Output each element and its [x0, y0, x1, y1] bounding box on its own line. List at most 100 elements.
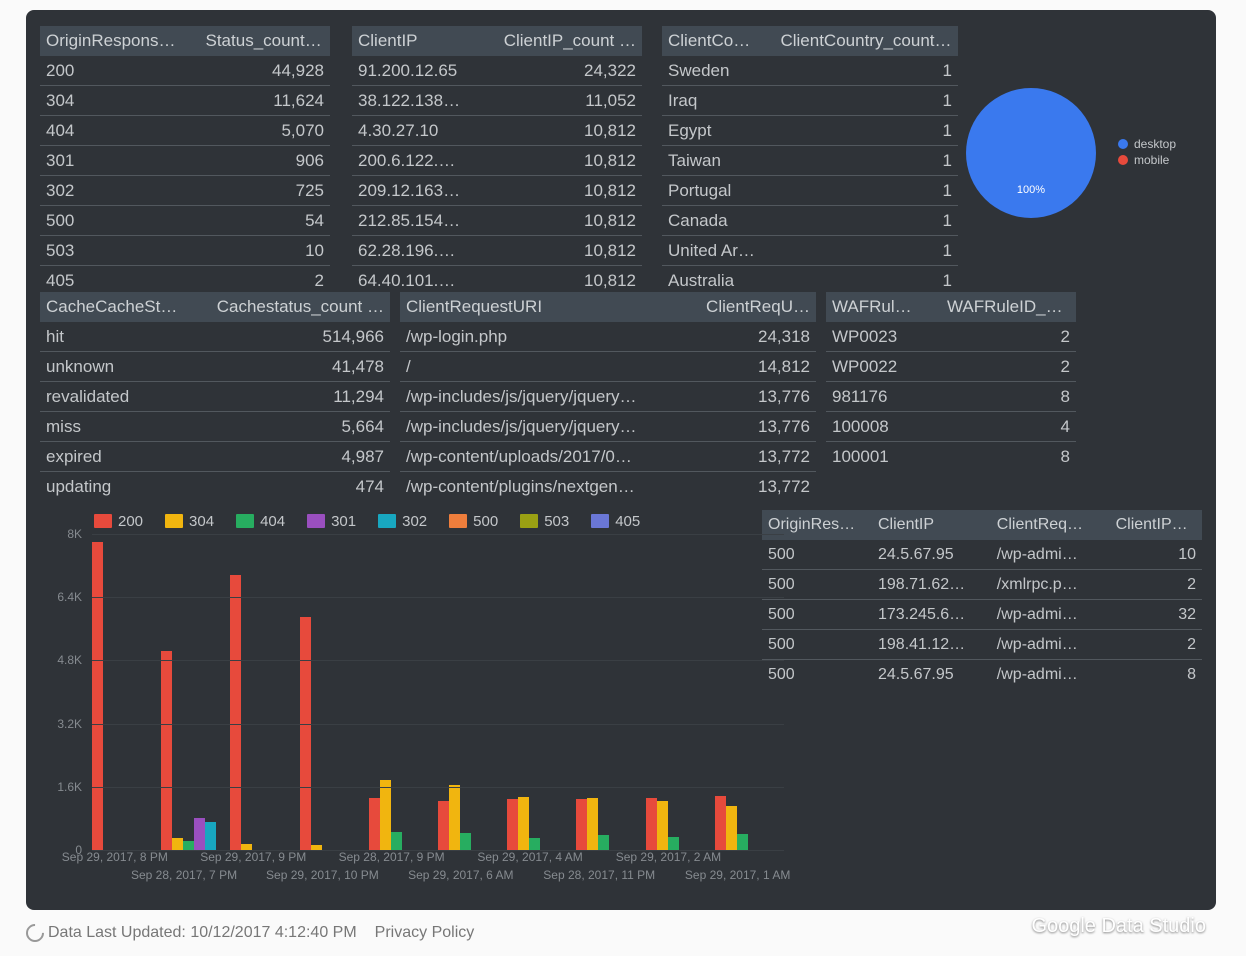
bar[interactable]: [438, 801, 449, 850]
table-row[interactable]: 301906: [40, 146, 330, 176]
table-row[interactable]: 38.122.138…11,052: [352, 86, 642, 116]
table-row[interactable]: 4045,070: [40, 116, 330, 146]
table-row[interactable]: United Ar…1: [662, 236, 958, 266]
table-row[interactable]: revalidated11,294: [40, 382, 390, 412]
table-row[interactable]: 1000018: [826, 442, 1076, 471]
table-cell: /wp-admi…: [991, 636, 1110, 654]
table-row[interactable]: 91.200.12.6524,322: [352, 56, 642, 86]
bar-group: [576, 534, 645, 850]
legend-item[interactable]: 200: [94, 513, 143, 530]
bar[interactable]: [576, 799, 587, 850]
bar[interactable]: [507, 799, 518, 850]
table-row[interactable]: Canada1: [662, 206, 958, 236]
table-row[interactable]: /wp-login.php24,318: [400, 322, 816, 352]
table-row[interactable]: 50054: [40, 206, 330, 236]
table-row[interactable]: 200.6.122.…10,812: [352, 146, 642, 176]
table-row[interactable]: 500198.71.62…/xmlrpc.p…2: [762, 570, 1202, 600]
bar[interactable]: [300, 617, 311, 850]
table-row[interactable]: 500173.245.6…/wp-admi…32: [762, 600, 1202, 630]
table-client-country[interactable]: ClientCo…ClientCountry_count …Sweden1Ira…: [662, 26, 958, 295]
table-row[interactable]: miss5,664: [40, 412, 390, 442]
bar[interactable]: [369, 798, 380, 850]
table-cell: Canada: [662, 211, 774, 231]
bar[interactable]: [646, 798, 657, 850]
table-row[interactable]: Iraq1: [662, 86, 958, 116]
bar[interactable]: [598, 835, 609, 850]
table-row[interactable]: /wp-includes/js/jquery/jquery…13,776: [400, 412, 816, 442]
table-row[interactable]: 302725: [40, 176, 330, 206]
legend-item[interactable]: 304: [165, 513, 214, 530]
pie-legend-item: desktop: [1118, 137, 1176, 151]
privacy-policy-link[interactable]: Privacy Policy: [375, 924, 475, 942]
table-row[interactable]: Australia1: [662, 266, 958, 295]
legend-item[interactable]: 404: [236, 513, 285, 530]
bar[interactable]: [183, 841, 194, 850]
bar[interactable]: [205, 822, 216, 850]
table-row[interactable]: 1000084: [826, 412, 1076, 442]
legend-item[interactable]: 500: [449, 513, 498, 530]
table-row[interactable]: 50024.5.67.95/wp-admi…8: [762, 660, 1202, 689]
table-waf-rule[interactable]: WAFRul…WAFRuleID_c…WP00232WP002229811768…: [826, 292, 1076, 471]
bar[interactable]: [657, 801, 668, 850]
table-row[interactable]: Portugal1: [662, 176, 958, 206]
table-row[interactable]: 4.30.27.1010,812: [352, 116, 642, 146]
table-row[interactable]: 212.85.154…10,812: [352, 206, 642, 236]
table-row[interactable]: hit514,966: [40, 322, 390, 352]
bar[interactable]: [715, 796, 726, 850]
table-client-ip[interactable]: ClientIPClientIP_count …91.200.12.6524,3…: [352, 26, 642, 295]
legend-item[interactable]: 302: [378, 513, 427, 530]
table-header-cell: Status_count …: [200, 31, 331, 51]
table-row[interactable]: 4052: [40, 266, 330, 295]
table-row[interactable]: 50310: [40, 236, 330, 266]
bar[interactable]: [161, 651, 172, 850]
bar[interactable]: [460, 833, 471, 850]
table-row[interactable]: Taiwan1: [662, 146, 958, 176]
table-row[interactable]: /wp-content/plugins/nextgen…13,772: [400, 472, 816, 501]
bar[interactable]: [518, 797, 529, 850]
table-row[interactable]: /14,812: [400, 352, 816, 382]
bar[interactable]: [587, 798, 598, 850]
refresh-icon[interactable]: [22, 920, 47, 945]
table-row[interactable]: 30411,624: [40, 86, 330, 116]
table-row[interactable]: unknown41,478: [40, 352, 390, 382]
table-row[interactable]: WP00232: [826, 322, 1076, 352]
table-row[interactable]: Egypt1: [662, 116, 958, 146]
bar[interactable]: [92, 542, 103, 850]
table-row[interactable]: WP00222: [826, 352, 1076, 382]
table-row[interactable]: /wp-content/uploads/2017/0…13,772: [400, 442, 816, 472]
bar[interactable]: [668, 837, 679, 850]
table-cache-status[interactable]: CacheCacheSt…Cachestatus_count …hit514,9…: [40, 292, 390, 501]
bar[interactable]: [391, 832, 402, 850]
table-cell: 100008: [826, 417, 941, 437]
table-row[interactable]: updating474: [40, 472, 390, 501]
table-row[interactable]: expired4,987: [40, 442, 390, 472]
x-tick-label: Sep 29, 2017, 10 PM: [266, 868, 379, 882]
legend-item[interactable]: 405: [591, 513, 640, 530]
table-row[interactable]: /wp-includes/js/jquery/jquery…13,776: [400, 382, 816, 412]
legend-item[interactable]: 503: [520, 513, 569, 530]
bar[interactable]: [380, 780, 391, 850]
table-row[interactable]: 20044,928: [40, 56, 330, 86]
dashboard-board: OriginRespons…Status_count …20044,928304…: [26, 10, 1216, 910]
legend-item[interactable]: 301: [307, 513, 356, 530]
table-row[interactable]: 9811768: [826, 382, 1076, 412]
bar[interactable]: [230, 575, 241, 850]
bar-group: [369, 534, 438, 850]
table-row[interactable]: 500198.41.12…/wp-admi…2: [762, 630, 1202, 660]
table-origin-status[interactable]: OriginRespons…Status_count …20044,928304…: [40, 26, 330, 295]
bar-chart-status-over-time[interactable]: 200304404301302500503405 01.6K3.2K4.8K6.…: [44, 508, 784, 900]
table-row[interactable]: 64.40.101.…10,812: [352, 266, 642, 295]
bar[interactable]: [737, 834, 748, 850]
bar[interactable]: [449, 785, 460, 850]
table-row[interactable]: 62.28.196.…10,812: [352, 236, 642, 266]
bar[interactable]: [529, 838, 540, 850]
pie-chart-device[interactable]: 100% desktop mobile: [966, 68, 1228, 238]
bar[interactable]: [726, 806, 737, 850]
table-row[interactable]: 209.12.163…10,812: [352, 176, 642, 206]
table-row[interactable]: 50024.5.67.95/wp-admi…10: [762, 540, 1202, 570]
table-row[interactable]: Sweden1: [662, 56, 958, 86]
table-errors[interactable]: OriginRes…ClientIPClientReq…ClientIP_…50…: [762, 510, 1202, 689]
bar[interactable]: [172, 838, 183, 850]
table-request-uri[interactable]: ClientRequestURIClientReqU…/wp-login.php…: [400, 292, 816, 501]
bar[interactable]: [194, 818, 205, 850]
